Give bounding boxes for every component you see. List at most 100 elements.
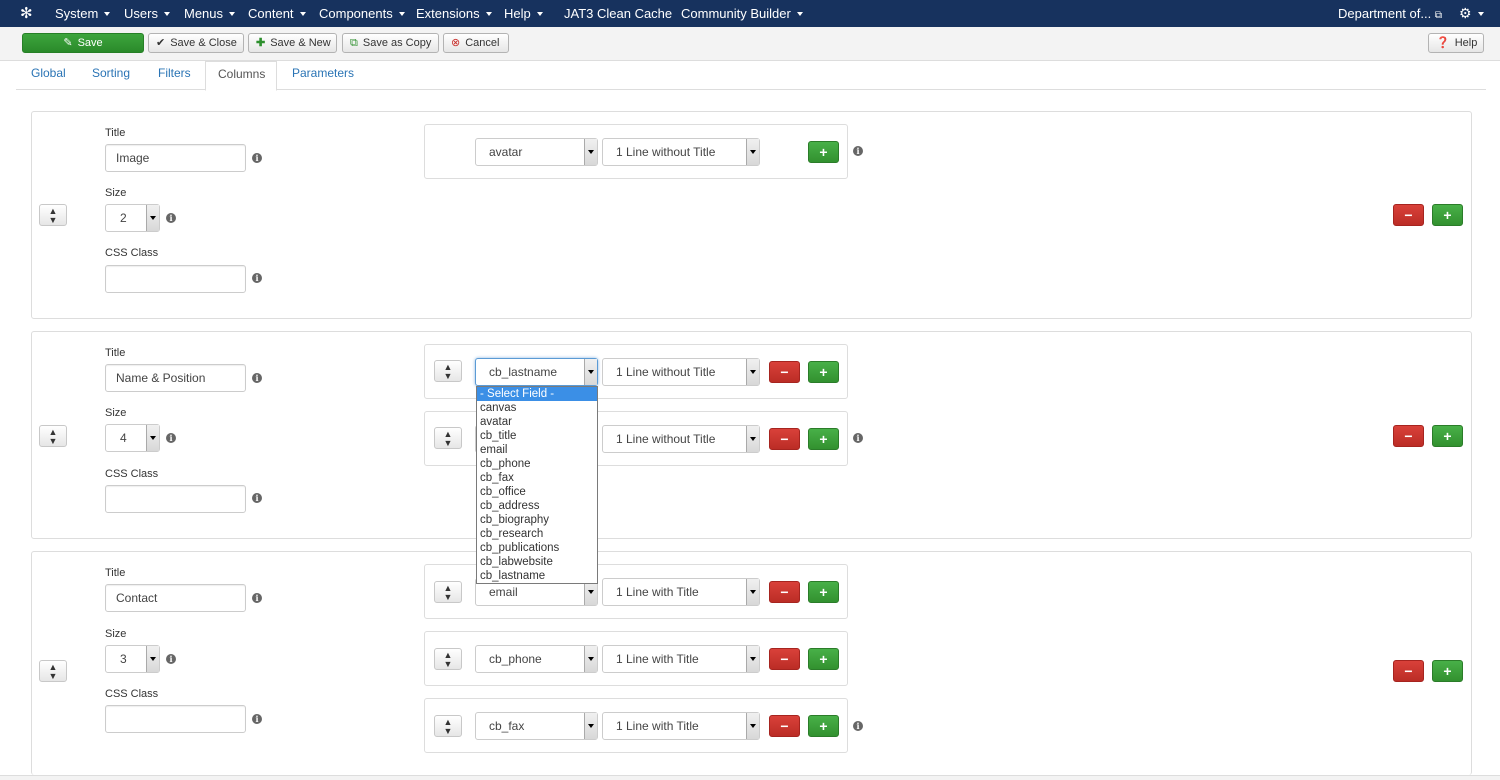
add-field-button[interactable]: + <box>808 361 839 383</box>
remove-column-button[interactable]: − <box>1393 660 1424 682</box>
reorder-handle-icon[interactable]: ▲ ▼ <box>434 360 462 382</box>
size-label: Size <box>105 187 127 199</box>
reorder-handle-icon[interactable]: ▲ ▼ <box>39 425 67 447</box>
menu-jat3-clean-cache[interactable]: JAT3 Clean Cache <box>564 0 672 27</box>
remove-field-button[interactable]: − <box>769 581 800 603</box>
css-class-input[interactable] <box>105 265 246 293</box>
field-select-value: cb_lastname <box>489 365 558 379</box>
save-new-button[interactable]: ✚ Save & New <box>248 33 337 53</box>
reorder-handle-icon[interactable]: ▲ ▼ <box>434 715 462 737</box>
field-option[interactable]: canvas <box>477 401 597 415</box>
field-option[interactable]: - Select Field - <box>477 387 597 401</box>
field-option[interactable]: cb_labwebsite <box>477 555 597 569</box>
settings-menu[interactable]: ⚙ <box>1459 0 1484 27</box>
menu-extensions[interactable]: Extensions <box>416 0 492 27</box>
add-column-button[interactable]: + <box>1432 425 1463 447</box>
plus-icon: ✚ <box>256 37 266 49</box>
field-option[interactable]: cb_biography <box>477 513 597 527</box>
reorder-handle-icon[interactable]: ▲ ▼ <box>434 581 462 603</box>
field-option[interactable]: email <box>477 443 597 457</box>
save-copy-button[interactable]: ⧉ Save as Copy <box>342 33 439 53</box>
format-select[interactable]: 1 Line without Title <box>602 358 760 386</box>
field-option[interactable]: cb_publications <box>477 541 597 555</box>
field-select[interactable]: avatar <box>475 138 598 166</box>
remove-field-button[interactable]: − <box>769 428 800 450</box>
format-select[interactable]: 1 Line without Title <box>602 138 760 166</box>
field-option[interactable]: cb_office <box>477 485 597 499</box>
size-select[interactable]: 3 <box>105 645 160 673</box>
field-option[interactable]: cb_fax <box>477 471 597 485</box>
reorder-handle-icon[interactable]: ▲ ▼ <box>434 427 462 449</box>
remove-field-button[interactable]: − <box>769 361 800 383</box>
remove-field-button[interactable]: − <box>769 648 800 670</box>
add-field-button[interactable]: + <box>808 581 839 603</box>
tab-columns[interactable]: Columns <box>205 61 277 91</box>
chevron-down-icon <box>1477 11 1484 16</box>
tab-filters[interactable]: Filters <box>146 61 203 90</box>
css-class-input[interactable] <box>105 485 246 513</box>
field-select-value: cb_fax <box>489 719 525 733</box>
chevron-down-icon <box>299 11 306 16</box>
tab-global[interactable]: Global <box>19 61 78 90</box>
chevron-down-icon <box>146 646 159 672</box>
site-link-label: Department of... <box>1338 6 1432 21</box>
add-field-button[interactable]: + <box>808 715 839 737</box>
tab-sorting[interactable]: Sorting <box>80 61 142 90</box>
field-option[interactable]: cb_phone <box>477 457 597 471</box>
menu-community-builder[interactable]: Community Builder <box>681 0 803 27</box>
add-column-button[interactable]: + <box>1432 660 1463 682</box>
field-select[interactable]: cb_phone <box>475 645 598 673</box>
format-select[interactable]: 1 Line with Title <box>602 712 760 740</box>
joomla-logo-icon[interactable]: ✻ <box>20 5 33 22</box>
field-option[interactable]: cb_research <box>477 527 597 541</box>
title-input[interactable]: Image <box>105 144 246 172</box>
reorder-handle-icon[interactable]: ▲ ▼ <box>39 660 67 682</box>
menu-system[interactable]: System <box>55 0 111 27</box>
format-select[interactable]: 1 Line without Title <box>602 425 760 453</box>
add-field-button[interactable]: + <box>808 428 839 450</box>
add-field-button[interactable]: + <box>808 648 839 670</box>
css-class-input[interactable] <box>105 705 246 733</box>
reorder-handle-icon[interactable]: ▲ ▼ <box>39 204 67 226</box>
size-select[interactable]: 4 <box>105 424 160 452</box>
size-select[interactable]: 2 <box>105 204 160 232</box>
title-input[interactable]: Contact <box>105 584 246 612</box>
save-close-button[interactable]: ✔ Save & Close <box>148 33 244 53</box>
field-select[interactable]: cb_lastname <box>475 358 598 386</box>
field-select-value: email <box>489 585 518 599</box>
field-option[interactable]: cb_address <box>477 499 597 513</box>
format-select[interactable]: 1 Line with Title <box>602 645 760 673</box>
copy-icon: ⧉ <box>350 37 358 49</box>
format-select[interactable]: 1 Line with Title <box>602 578 760 606</box>
site-link[interactable]: Department of... ⧉ <box>1338 0 1442 27</box>
menu-components[interactable]: Components <box>319 0 405 27</box>
save-button[interactable]: ✎ Save <box>22 33 144 53</box>
field-select[interactable]: cb_fax <box>475 712 598 740</box>
reorder-handle-icon[interactable]: ▲ ▼ <box>434 648 462 670</box>
css-class-label: CSS Class <box>105 688 159 700</box>
info-icon: i <box>252 493 262 503</box>
remove-field-button[interactable]: − <box>769 715 800 737</box>
field-option[interactable]: avatar <box>477 415 597 429</box>
add-column-button[interactable]: + <box>1432 204 1463 226</box>
add-field-button[interactable]: + <box>808 141 839 163</box>
cancel-button[interactable]: ⊗ Cancel <box>443 33 509 53</box>
help-button[interactable]: ❓ Help <box>1428 33 1484 53</box>
menu-menus[interactable]: Menus <box>184 0 236 27</box>
menu-label: System <box>55 6 99 21</box>
chevron-down-icon <box>746 426 759 452</box>
gear-icon: ⚙ <box>1459 5 1472 21</box>
remove-column-button[interactable]: − <box>1393 204 1424 226</box>
menu-users[interactable]: Users <box>124 0 170 27</box>
title-input[interactable]: Name & Position <box>105 364 246 392</box>
field-option[interactable]: cb_title <box>477 429 597 443</box>
css-class-label: CSS Class <box>105 247 159 259</box>
menu-content[interactable]: Content <box>248 0 306 27</box>
info-icon: i <box>166 433 176 443</box>
remove-column-button[interactable]: − <box>1393 425 1424 447</box>
field-option[interactable]: cb_lastname <box>477 569 597 583</box>
cancel-icon: ⊗ <box>451 37 461 49</box>
chevron-down-icon <box>746 359 759 385</box>
tab-parameters[interactable]: Parameters <box>280 61 366 90</box>
menu-help[interactable]: Help <box>504 0 543 27</box>
